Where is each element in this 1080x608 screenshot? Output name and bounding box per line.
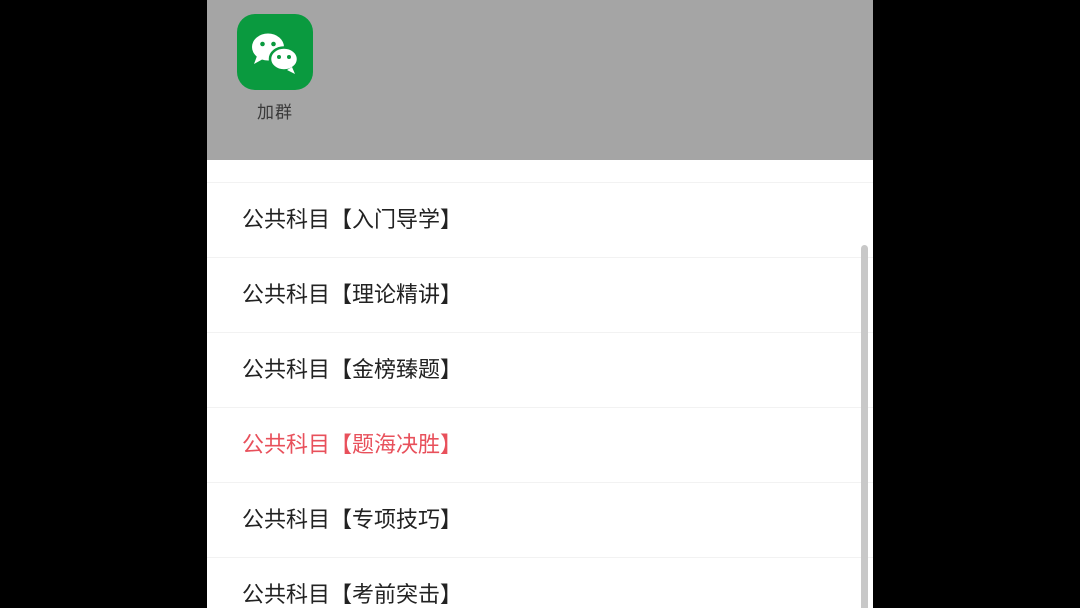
wechat-icon [237,14,313,90]
share-app-label: 加群 [257,103,293,123]
menu-item-theory[interactable]: 公共科目【理论精讲】 [207,258,873,333]
menu-item-question-practice[interactable]: 公共科目【题海决胜】 [207,408,873,483]
menu-item-intro[interactable]: 公共科目【入门导学】 [207,183,873,258]
share-app-wechat[interactable]: 加群 [237,14,313,123]
menu-item-selected-questions[interactable]: 公共科目【金榜臻题】 [207,333,873,408]
letterbox-right [873,0,1080,608]
course-menu-sheet: 公共科目【入门导学】 公共科目【理论精讲】 公共科目【金榜臻题】 公共科目【题海… [207,160,873,608]
menu-item-final-sprint[interactable]: 公共科目【考前突击】 [207,558,873,608]
scrollbar[interactable] [861,245,868,608]
sheet-top-spacer [207,160,873,183]
share-panel-overlay[interactable]: 加群 [207,0,873,160]
letterbox-left [0,0,207,608]
menu-item-special-skills[interactable]: 公共科目【专项技巧】 [207,483,873,558]
phone-screen: 加群 公共科目【入门导学】 公共科目【理论精讲】 公共科目【金榜臻题】 公共科目… [207,0,873,608]
